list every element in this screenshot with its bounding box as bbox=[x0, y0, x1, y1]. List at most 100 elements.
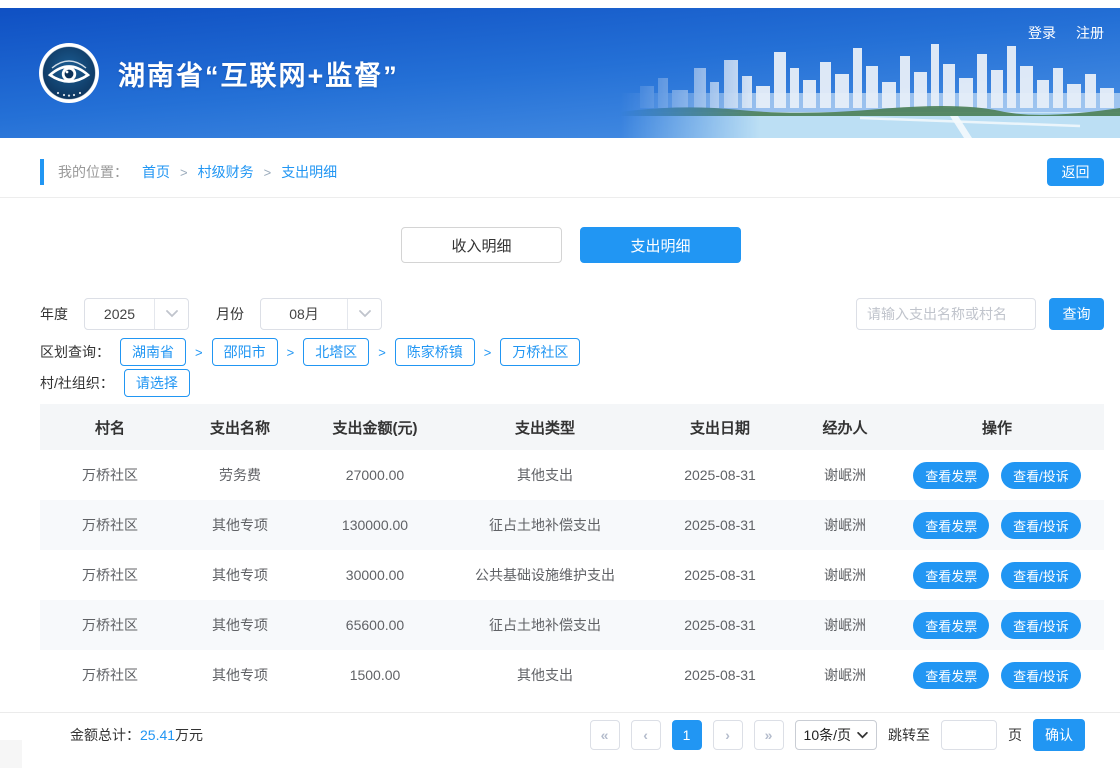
next-page-button[interactable]: › bbox=[712, 720, 743, 750]
actions-cell: 查看发票 查看/投诉 bbox=[890, 450, 1104, 500]
village-cell: 万桥社区 bbox=[82, 617, 138, 633]
site-logo-eye-icon bbox=[39, 43, 99, 103]
view-complaint-button[interactable]: 查看/投诉 bbox=[1001, 561, 1081, 589]
detail-tabs: 收入明细 支出明细 bbox=[0, 227, 1120, 263]
agent-cell: 谢岷洲 bbox=[824, 517, 866, 533]
confirm-button[interactable]: 确认 bbox=[1033, 719, 1085, 751]
amount-cell: 65600.00 bbox=[345, 617, 405, 633]
month-label: 月份 bbox=[216, 306, 244, 322]
breadcrumb-separator: > bbox=[263, 164, 272, 180]
year-select[interactable]: 2025 bbox=[84, 298, 189, 330]
view-complaint-button[interactable]: 查看/投诉 bbox=[1001, 661, 1081, 689]
back-button[interactable]: 返回 bbox=[1047, 158, 1104, 186]
chevron-right-icon: › bbox=[725, 727, 730, 743]
view-complaint-button[interactable]: 查看/投诉 bbox=[1001, 611, 1081, 639]
table-body: 万桥社区 劳务费 27000.00 其他支出 2025-08-31 谢岷洲 查看… bbox=[40, 450, 1104, 700]
search-input[interactable] bbox=[856, 298, 1036, 330]
date-cell: 2025-08-31 bbox=[684, 567, 756, 583]
amount-cell: 27000.00 bbox=[345, 467, 405, 483]
jump-label: 跳转至 bbox=[888, 727, 930, 743]
org-label: 村/社组织： bbox=[40, 375, 114, 391]
total-label: 金额总计： bbox=[70, 727, 140, 743]
site-title: 湖南省“互联网+监督” bbox=[118, 60, 399, 91]
breadcrumb-home-link[interactable]: 首页 bbox=[142, 162, 170, 182]
type-cell: 其他支出 bbox=[517, 467, 573, 483]
page-size-value: 10条/页 bbox=[803, 727, 851, 743]
view-complaint-button[interactable]: 查看/投诉 bbox=[1001, 461, 1081, 489]
region-separator: > bbox=[378, 344, 386, 360]
view-invoice-button[interactable]: 查看发票 bbox=[913, 561, 990, 589]
breadcrumb-label: 我的位置： bbox=[58, 164, 128, 180]
expense-name-cell: 劳务费 bbox=[219, 467, 261, 483]
month-select-value: 08月 bbox=[289, 306, 319, 322]
breadcrumb: 我的位置： 首页 > 村级财务 > 支出明细 返回 bbox=[40, 150, 1104, 194]
region-pill[interactable]: 邵阳市 bbox=[211, 338, 278, 366]
col-agent: 经办人 bbox=[800, 404, 890, 450]
actions-cell: 查看发票 查看/投诉 bbox=[890, 500, 1104, 550]
col-date: 支出日期 bbox=[640, 404, 800, 450]
date-cell: 2025-08-31 bbox=[684, 667, 756, 683]
amount-cell: 30000.00 bbox=[345, 567, 405, 583]
region-pill[interactable]: 湖南省 bbox=[120, 338, 186, 366]
current-page-button[interactable]: 1 bbox=[671, 720, 702, 750]
login-link[interactable]: 登录 bbox=[1028, 23, 1056, 43]
first-page-button[interactable]: « bbox=[589, 720, 620, 750]
expense-name-cell: 其他专项 bbox=[212, 517, 268, 533]
type-cell: 其他支出 bbox=[517, 667, 573, 683]
pagination: « ‹ 1 › » 10条/页 跳转至 页 确认 bbox=[589, 719, 1085, 751]
page: 湖南省“互联网+监督” 登录 注册 我的位置： 首页 > 村级财务 > 支出明细… bbox=[0, 0, 1120, 769]
view-invoice-button[interactable]: 查看发票 bbox=[913, 511, 990, 539]
filter-row: 年度 2025 月份 08月 查询 bbox=[40, 298, 1104, 330]
view-complaint-button[interactable]: 查看/投诉 bbox=[1001, 511, 1081, 539]
expense-name-cell: 其他专项 bbox=[212, 617, 268, 633]
query-button[interactable]: 查询 bbox=[1049, 298, 1104, 330]
breadcrumb-village-finance-link[interactable]: 村级财务 bbox=[198, 162, 254, 182]
table-bottom-divider bbox=[0, 712, 1120, 713]
date-cell: 2025-08-31 bbox=[684, 617, 756, 633]
village-cell: 万桥社区 bbox=[82, 667, 138, 683]
table-row: 万桥社区 其他专项 130000.00 征占土地补偿支出 2025-08-31 … bbox=[40, 500, 1104, 550]
breadcrumb-accent-bar bbox=[40, 159, 44, 185]
page-size-select[interactable]: 10条/页 bbox=[794, 720, 877, 750]
month-select[interactable]: 08月 bbox=[260, 298, 382, 330]
jump-page-input[interactable] bbox=[941, 720, 997, 750]
chevron-down-icon bbox=[347, 299, 381, 329]
prev-page-button[interactable]: ‹ bbox=[630, 720, 661, 750]
table-row: 万桥社区 其他专项 30000.00 公共基础设施维护支出 2025-08-31… bbox=[40, 550, 1104, 600]
actions-cell: 查看发票 查看/投诉 bbox=[890, 600, 1104, 650]
table-row: 万桥社区 其他专项 1500.00 其他支出 2025-08-31 谢岷洲 查看… bbox=[40, 650, 1104, 700]
region-pill[interactable]: 北塔区 bbox=[303, 338, 370, 366]
double-chevron-left-icon: « bbox=[600, 727, 609, 743]
date-cell: 2025-08-31 bbox=[684, 467, 756, 483]
last-page-button[interactable]: » bbox=[753, 720, 784, 750]
view-invoice-button[interactable]: 查看发票 bbox=[913, 661, 990, 689]
org-select-pill[interactable]: 请选择 bbox=[123, 369, 190, 397]
region-pills: 湖南省 > 邵阳市 > 北塔区 > 陈家桥镇 > 万桥社区 bbox=[120, 338, 581, 366]
table-row: 万桥社区 劳务费 27000.00 其他支出 2025-08-31 谢岷洲 查看… bbox=[40, 450, 1104, 500]
table-footer: 金额总计：25.41万元 « ‹ 1 › » 10条/页 跳转至 页 确认 bbox=[40, 718, 1085, 752]
tab-expense-detail[interactable]: 支出明细 bbox=[580, 227, 741, 263]
total-value: 25.41 bbox=[140, 727, 176, 743]
col-expense-name: 支出名称 bbox=[180, 404, 300, 450]
amount-cell: 130000.00 bbox=[341, 517, 409, 533]
expense-name-cell: 其他专项 bbox=[212, 667, 268, 683]
region-pill[interactable]: 万桥社区 bbox=[500, 338, 581, 366]
view-invoice-button[interactable]: 查看发票 bbox=[913, 461, 990, 489]
auth-links: 登录 注册 bbox=[1028, 23, 1104, 43]
village-cell: 万桥社区 bbox=[82, 517, 138, 533]
site-header: 湖南省“互联网+监督” 登录 注册 bbox=[0, 8, 1120, 138]
register-link[interactable]: 注册 bbox=[1076, 23, 1104, 43]
view-invoice-button[interactable]: 查看发票 bbox=[913, 611, 990, 639]
type-cell: 公共基础设施维护支出 bbox=[475, 567, 615, 583]
expense-name-cell: 其他专项 bbox=[212, 567, 268, 583]
region-filter-row: 区划查询： 湖南省 > 邵阳市 > 北塔区 > 陈家桥镇 > 万桥社区 bbox=[40, 338, 581, 366]
breadcrumb-divider bbox=[0, 197, 1120, 198]
breadcrumb-expense-detail-link[interactable]: 支出明细 bbox=[281, 162, 337, 182]
region-pill[interactable]: 陈家桥镇 bbox=[394, 338, 475, 366]
region-label: 区划查询： bbox=[40, 344, 110, 360]
region-separator: > bbox=[195, 344, 203, 360]
col-village: 村名 bbox=[40, 404, 180, 450]
tab-income-detail[interactable]: 收入明细 bbox=[401, 227, 562, 263]
agent-cell: 谢岷洲 bbox=[824, 667, 866, 683]
year-label: 年度 bbox=[40, 306, 68, 322]
